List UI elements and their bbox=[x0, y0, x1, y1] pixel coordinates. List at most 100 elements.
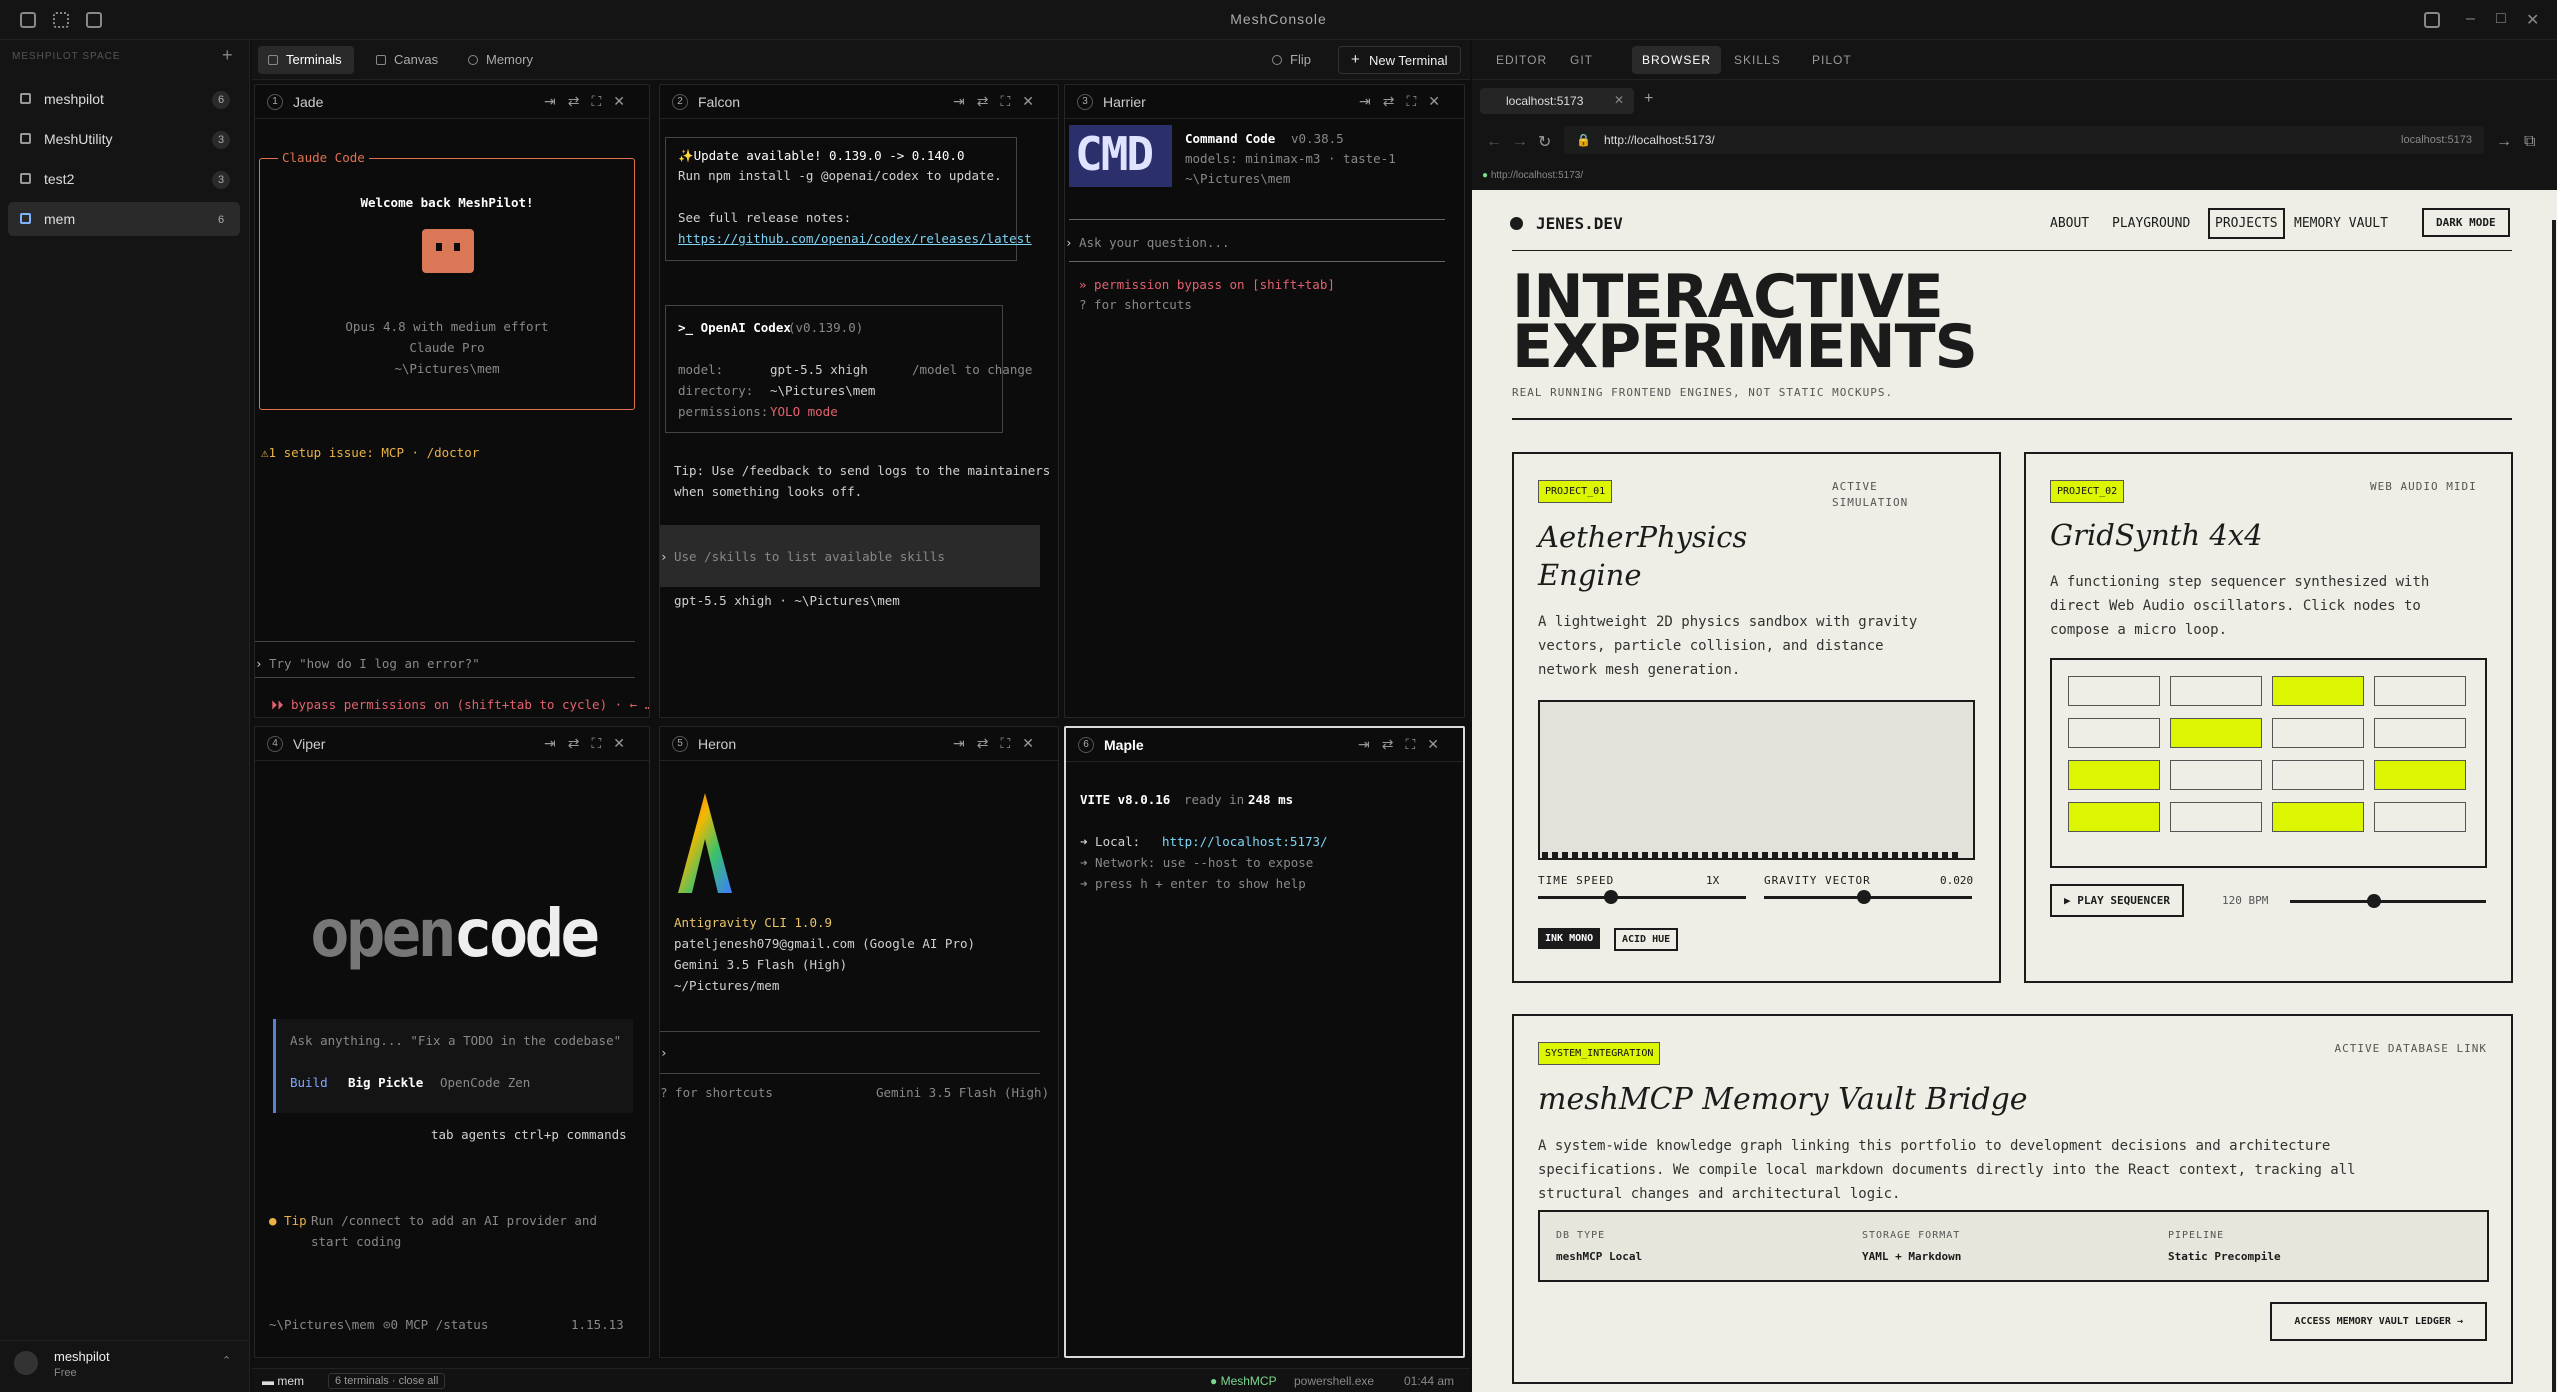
project-card-physics: PROJECT_01 ACTIVE SIMULATION AetherPhysi… bbox=[1512, 452, 2001, 983]
sequencer-node[interactable] bbox=[2374, 718, 2466, 748]
play-sequencer-button[interactable]: ▶ PLAY SEQUENCER bbox=[2050, 884, 2184, 917]
pane-heron[interactable]: 5 Heron ⇥⇄⛶✕ Antigravity CLI 1.0.9 patelje… bbox=[659, 726, 1059, 1358]
scrollbar[interactable] bbox=[2552, 220, 2556, 1392]
forward-icon[interactable]: → bbox=[1512, 133, 1528, 151]
avatar[interactable] bbox=[14, 1351, 38, 1375]
pane-actions[interactable]: ⇥⇄⛶✕ bbox=[1358, 736, 1451, 753]
pane-actions[interactable]: ⇥⇄⛶✕ bbox=[544, 93, 637, 110]
sequencer-node[interactable] bbox=[2170, 676, 2262, 706]
pane-jade[interactable]: 1 Jade ⇥⇄⛶✕ Claude Code Welcome back MeshP… bbox=[254, 84, 650, 718]
project-description: A lightweight 2D physics sandbox with gr… bbox=[1538, 614, 1918, 678]
sequencer-node[interactable] bbox=[2170, 718, 2262, 748]
tab-canvas[interactable]: Canvas bbox=[366, 46, 450, 74]
acid-hue-button[interactable]: ACID HUE bbox=[1614, 928, 1679, 951]
pane-title: Harrier bbox=[1103, 94, 1146, 110]
pane-actions[interactable]: ⇥⇄⛶✕ bbox=[1359, 93, 1452, 110]
nav-memory-vault[interactable]: MEMORY VAULT bbox=[2294, 216, 2388, 231]
physics-canvas[interactable] bbox=[1538, 700, 1975, 860]
pane-maple[interactable]: 6 Maple ⇥⇄⛶✕ VITE v8.0.16 ready in 248 ms ➜ … bbox=[1064, 726, 1465, 1358]
minimize-icon[interactable]: – bbox=[2466, 10, 2475, 28]
space-label[interactable]: MESHPILOT SPACE bbox=[12, 51, 121, 62]
pane-harrier[interactable]: 3 Harrier ⇥⇄⛶✕ CMD Command Code v0.38.5 mod… bbox=[1064, 84, 1465, 718]
close-all-button[interactable]: 6 terminals · close all bbox=[328, 1373, 446, 1389]
pane-viper[interactable]: 4 Viper ⇥⇄⛶✕ opencode Ask anything... "Fix… bbox=[254, 726, 650, 1358]
local-url-link[interactable]: http://localhost:5173/ bbox=[1162, 834, 1328, 849]
time-speed-slider[interactable] bbox=[1538, 890, 1746, 904]
popout-icon[interactable]: ⧉ bbox=[2524, 133, 2535, 151]
bypass-status: ⏵⏵ bypass permissions on (shift+tab to c… bbox=[271, 697, 650, 712]
sequencer-node[interactable] bbox=[2272, 760, 2364, 790]
sequencer-node[interactable] bbox=[2374, 802, 2466, 832]
sequencer-node[interactable] bbox=[2272, 718, 2364, 748]
tab-git[interactable]: GIT bbox=[1570, 53, 1593, 67]
url-bar[interactable]: 🔒 http://localhost:5173/ localhost:5173 bbox=[1564, 126, 2484, 154]
slider-knob[interactable] bbox=[1603, 890, 1618, 904]
pane-actions[interactable]: ⇥⇄⛶✕ bbox=[953, 93, 1046, 110]
access-vault-ledger-button[interactable]: ACCESS MEMORY VAULT LEDGER → bbox=[2270, 1302, 2487, 1341]
workspace-test2[interactable]: test2 3 bbox=[8, 162, 240, 196]
sequencer-node[interactable] bbox=[2272, 676, 2364, 706]
app-title: MeshConsole bbox=[1230, 11, 1327, 27]
sequencer-node[interactable] bbox=[2272, 802, 2364, 832]
mcp-status[interactable]: ● MeshMCP bbox=[1210, 1374, 1277, 1388]
tab-memory[interactable]: Memory bbox=[458, 46, 545, 74]
project-title: meshMCP Memory Vault Bridge bbox=[1538, 1082, 2028, 1117]
back-icon[interactable]: ← bbox=[1486, 133, 1502, 151]
tab-pilot[interactable]: PILOT bbox=[1812, 53, 1852, 67]
panel-toggle-icon[interactable] bbox=[2424, 12, 2440, 28]
heron-input[interactable]: › bbox=[660, 1045, 668, 1060]
sequencer-node[interactable] bbox=[2170, 802, 2262, 832]
opencode-prompt-box[interactable]: Ask anything... "Fix a TODO in the codeb… bbox=[273, 1019, 633, 1113]
pane-header: 4 Viper ⇥⇄⛶✕ bbox=[255, 727, 649, 761]
new-tab-icon[interactable]: + bbox=[1644, 90, 1653, 108]
tab-browser[interactable]: BROWSER bbox=[1632, 46, 1722, 74]
slider-knob[interactable] bbox=[1856, 890, 1871, 904]
workspace-mem[interactable]: mem 6 bbox=[8, 202, 240, 236]
new-terminal-button[interactable]: + New Terminal bbox=[1338, 46, 1461, 74]
add-workspace-icon[interactable]: + bbox=[222, 45, 233, 66]
pane-title: Jade bbox=[293, 94, 324, 110]
prompt-placeholder[interactable]: Try "how do I log an error?" bbox=[269, 656, 480, 671]
sequencer-node[interactable] bbox=[2374, 676, 2466, 706]
close-window-icon[interactable]: ✕ bbox=[2526, 10, 2539, 30]
open-external-icon[interactable]: → bbox=[2496, 133, 2512, 151]
ask-input[interactable]: Ask your question... bbox=[1079, 235, 1230, 250]
project-description: A functioning step sequencer synthesized… bbox=[2050, 574, 2430, 638]
tab-editor[interactable]: EDITOR bbox=[1496, 53, 1547, 67]
reload-icon[interactable]: ↻ bbox=[1538, 132, 1551, 152]
maximize-icon[interactable]: □ bbox=[2496, 10, 2506, 28]
terminal-toolbar: Terminals Canvas Memory Flip + New Termin… bbox=[252, 40, 1470, 80]
sequencer-node[interactable] bbox=[2068, 718, 2160, 748]
workspace-meshutility[interactable]: MeshUtility 3 bbox=[8, 122, 240, 156]
sequencer-grid bbox=[2050, 658, 2487, 868]
status-workspace[interactable]: ▬ mem bbox=[262, 1374, 304, 1388]
pane-actions[interactable]: ⇥⇄⛶✕ bbox=[953, 735, 1046, 752]
gravity-vector-slider[interactable] bbox=[1764, 890, 1972, 904]
setup-issue: ⚠1 setup issue: MCP · /doctor bbox=[261, 445, 480, 460]
chevron-up-icon[interactable]: ⌃ bbox=[222, 1354, 231, 1367]
tab-terminals[interactable]: Terminals bbox=[258, 46, 354, 74]
title-bar: MeshConsole – □ ✕ bbox=[0, 0, 2557, 40]
slider-knob[interactable] bbox=[2367, 894, 2382, 908]
workspace-meshpilot[interactable]: meshpilot 6 bbox=[8, 82, 240, 116]
browser-page-tab[interactable]: localhost:5173 ✕ bbox=[1480, 88, 1634, 114]
flip-button[interactable]: Flip bbox=[1262, 46, 1323, 74]
sequencer-node[interactable] bbox=[2068, 676, 2160, 706]
release-notes-link[interactable]: https://github.com/openai/codex/releases… bbox=[678, 231, 1032, 246]
dark-mode-button[interactable]: DARK MODE bbox=[2422, 208, 2510, 237]
sequencer-node[interactable] bbox=[2374, 760, 2466, 790]
brand-logo[interactable]: JENES.DEV bbox=[1536, 214, 1623, 233]
nav-about[interactable]: ABOUT bbox=[2050, 216, 2089, 231]
sequencer-node[interactable] bbox=[2068, 802, 2160, 832]
nav-projects[interactable]: PROJECTS bbox=[2208, 208, 2285, 239]
pane-actions[interactable]: ⇥⇄⛶✕ bbox=[544, 735, 637, 752]
codex-input[interactable]: › Use /skills to list available skills bbox=[660, 525, 1040, 587]
tab-skills[interactable]: SKILLS bbox=[1734, 53, 1781, 67]
sequencer-node[interactable] bbox=[2068, 760, 2160, 790]
ink-mono-button[interactable]: INK MONO bbox=[1538, 928, 1601, 949]
clock: 01:44 am bbox=[1404, 1374, 1455, 1388]
sequencer-node[interactable] bbox=[2170, 760, 2262, 790]
bpm-slider[interactable] bbox=[2290, 894, 2486, 908]
nav-playground[interactable]: PLAYGROUND bbox=[2112, 216, 2190, 231]
pane-falcon[interactable]: 2 Falcon ⇥⇄⛶✕ ✨Update available! 0.139.0 -… bbox=[659, 84, 1059, 718]
